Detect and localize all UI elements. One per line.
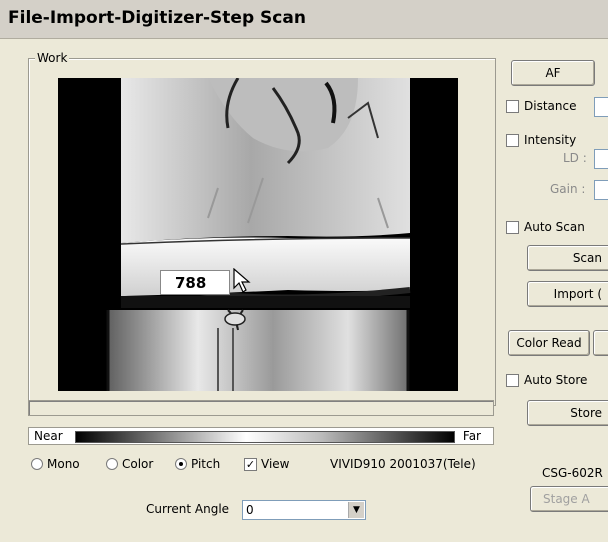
mouse-pointer-icon <box>233 268 251 293</box>
intensity-label: Intensity <box>524 133 577 147</box>
distance-label: Distance <box>524 99 577 113</box>
intensity-checkbox-option[interactable]: Intensity <box>506 133 576 147</box>
depth-color-scale: Near Far <box>28 427 494 445</box>
color-label: Color <box>122 457 154 471</box>
auto-store-label: Auto Store <box>524 373 588 387</box>
ld-field[interactable] <box>594 149 608 169</box>
stage-model-label: CSG-602R <box>542 466 603 480</box>
scan-progress-bar <box>28 400 494 416</box>
near-label: Near <box>34 429 63 443</box>
auto-scan-checkbox-option[interactable]: Auto Scan <box>506 220 585 234</box>
chevron-down-icon[interactable]: ▼ <box>348 502 364 518</box>
device-label: VIVID910 2001037(Tele) <box>330 457 476 471</box>
view-checkbox[interactable]: ✓ <box>244 457 257 471</box>
mono-label: Mono <box>47 457 80 471</box>
color-radio[interactable] <box>106 458 118 470</box>
pitch-label: Pitch <box>191 457 221 471</box>
work-group-label: Work <box>35 51 70 65</box>
auto-store-checkbox-option[interactable]: Auto Store <box>506 373 587 387</box>
auto-scan-label: Auto Scan <box>524 220 585 234</box>
scan-depth-image <box>58 78 458 391</box>
distance-checkbox[interactable] <box>506 99 519 113</box>
intensity-checkbox[interactable] <box>506 133 519 147</box>
adjacent-button[interactable] <box>593 330 608 356</box>
stage-button[interactable]: Stage A <box>530 486 608 512</box>
mono-radio[interactable] <box>31 458 43 470</box>
gain-label: Gain : <box>550 182 586 196</box>
ld-label: LD : <box>563 151 587 165</box>
color-radio-option[interactable]: Color <box>106 457 153 471</box>
title-bar: File-Import-Digitizer-Step Scan <box>0 0 608 39</box>
scan-button[interactable]: Scan <box>527 245 608 271</box>
view-label: View <box>261 457 290 471</box>
gain-field[interactable] <box>594 180 608 200</box>
distance-field[interactable] <box>594 97 608 117</box>
af-button[interactable]: AF <box>511 60 595 86</box>
color-read-button[interactable]: Color Read <box>508 330 590 356</box>
pitch-radio-option[interactable]: Pitch <box>175 457 220 471</box>
depth-gradient <box>75 431 455 443</box>
current-angle-select[interactable]: 0 ▼ <box>242 500 366 520</box>
scan-image-view[interactable] <box>58 78 458 391</box>
auto-scan-checkbox[interactable] <box>506 220 519 234</box>
store-button[interactable]: Store <box>527 400 608 426</box>
far-label: Far <box>462 429 481 443</box>
current-angle-value: 0 <box>246 503 254 517</box>
import-button[interactable]: Import ( <box>527 281 608 307</box>
view-checkbox-option[interactable]: ✓ View <box>244 457 289 471</box>
mono-radio-option[interactable]: Mono <box>31 457 80 471</box>
distance-checkbox-option[interactable]: Distance <box>506 99 576 113</box>
window-title: File-Import-Digitizer-Step Scan <box>8 8 306 28</box>
pitch-radio[interactable] <box>175 458 187 470</box>
current-angle-label: Current Angle <box>146 502 230 516</box>
depth-readout: 788 <box>160 270 230 295</box>
auto-store-checkbox[interactable] <box>506 373 519 387</box>
